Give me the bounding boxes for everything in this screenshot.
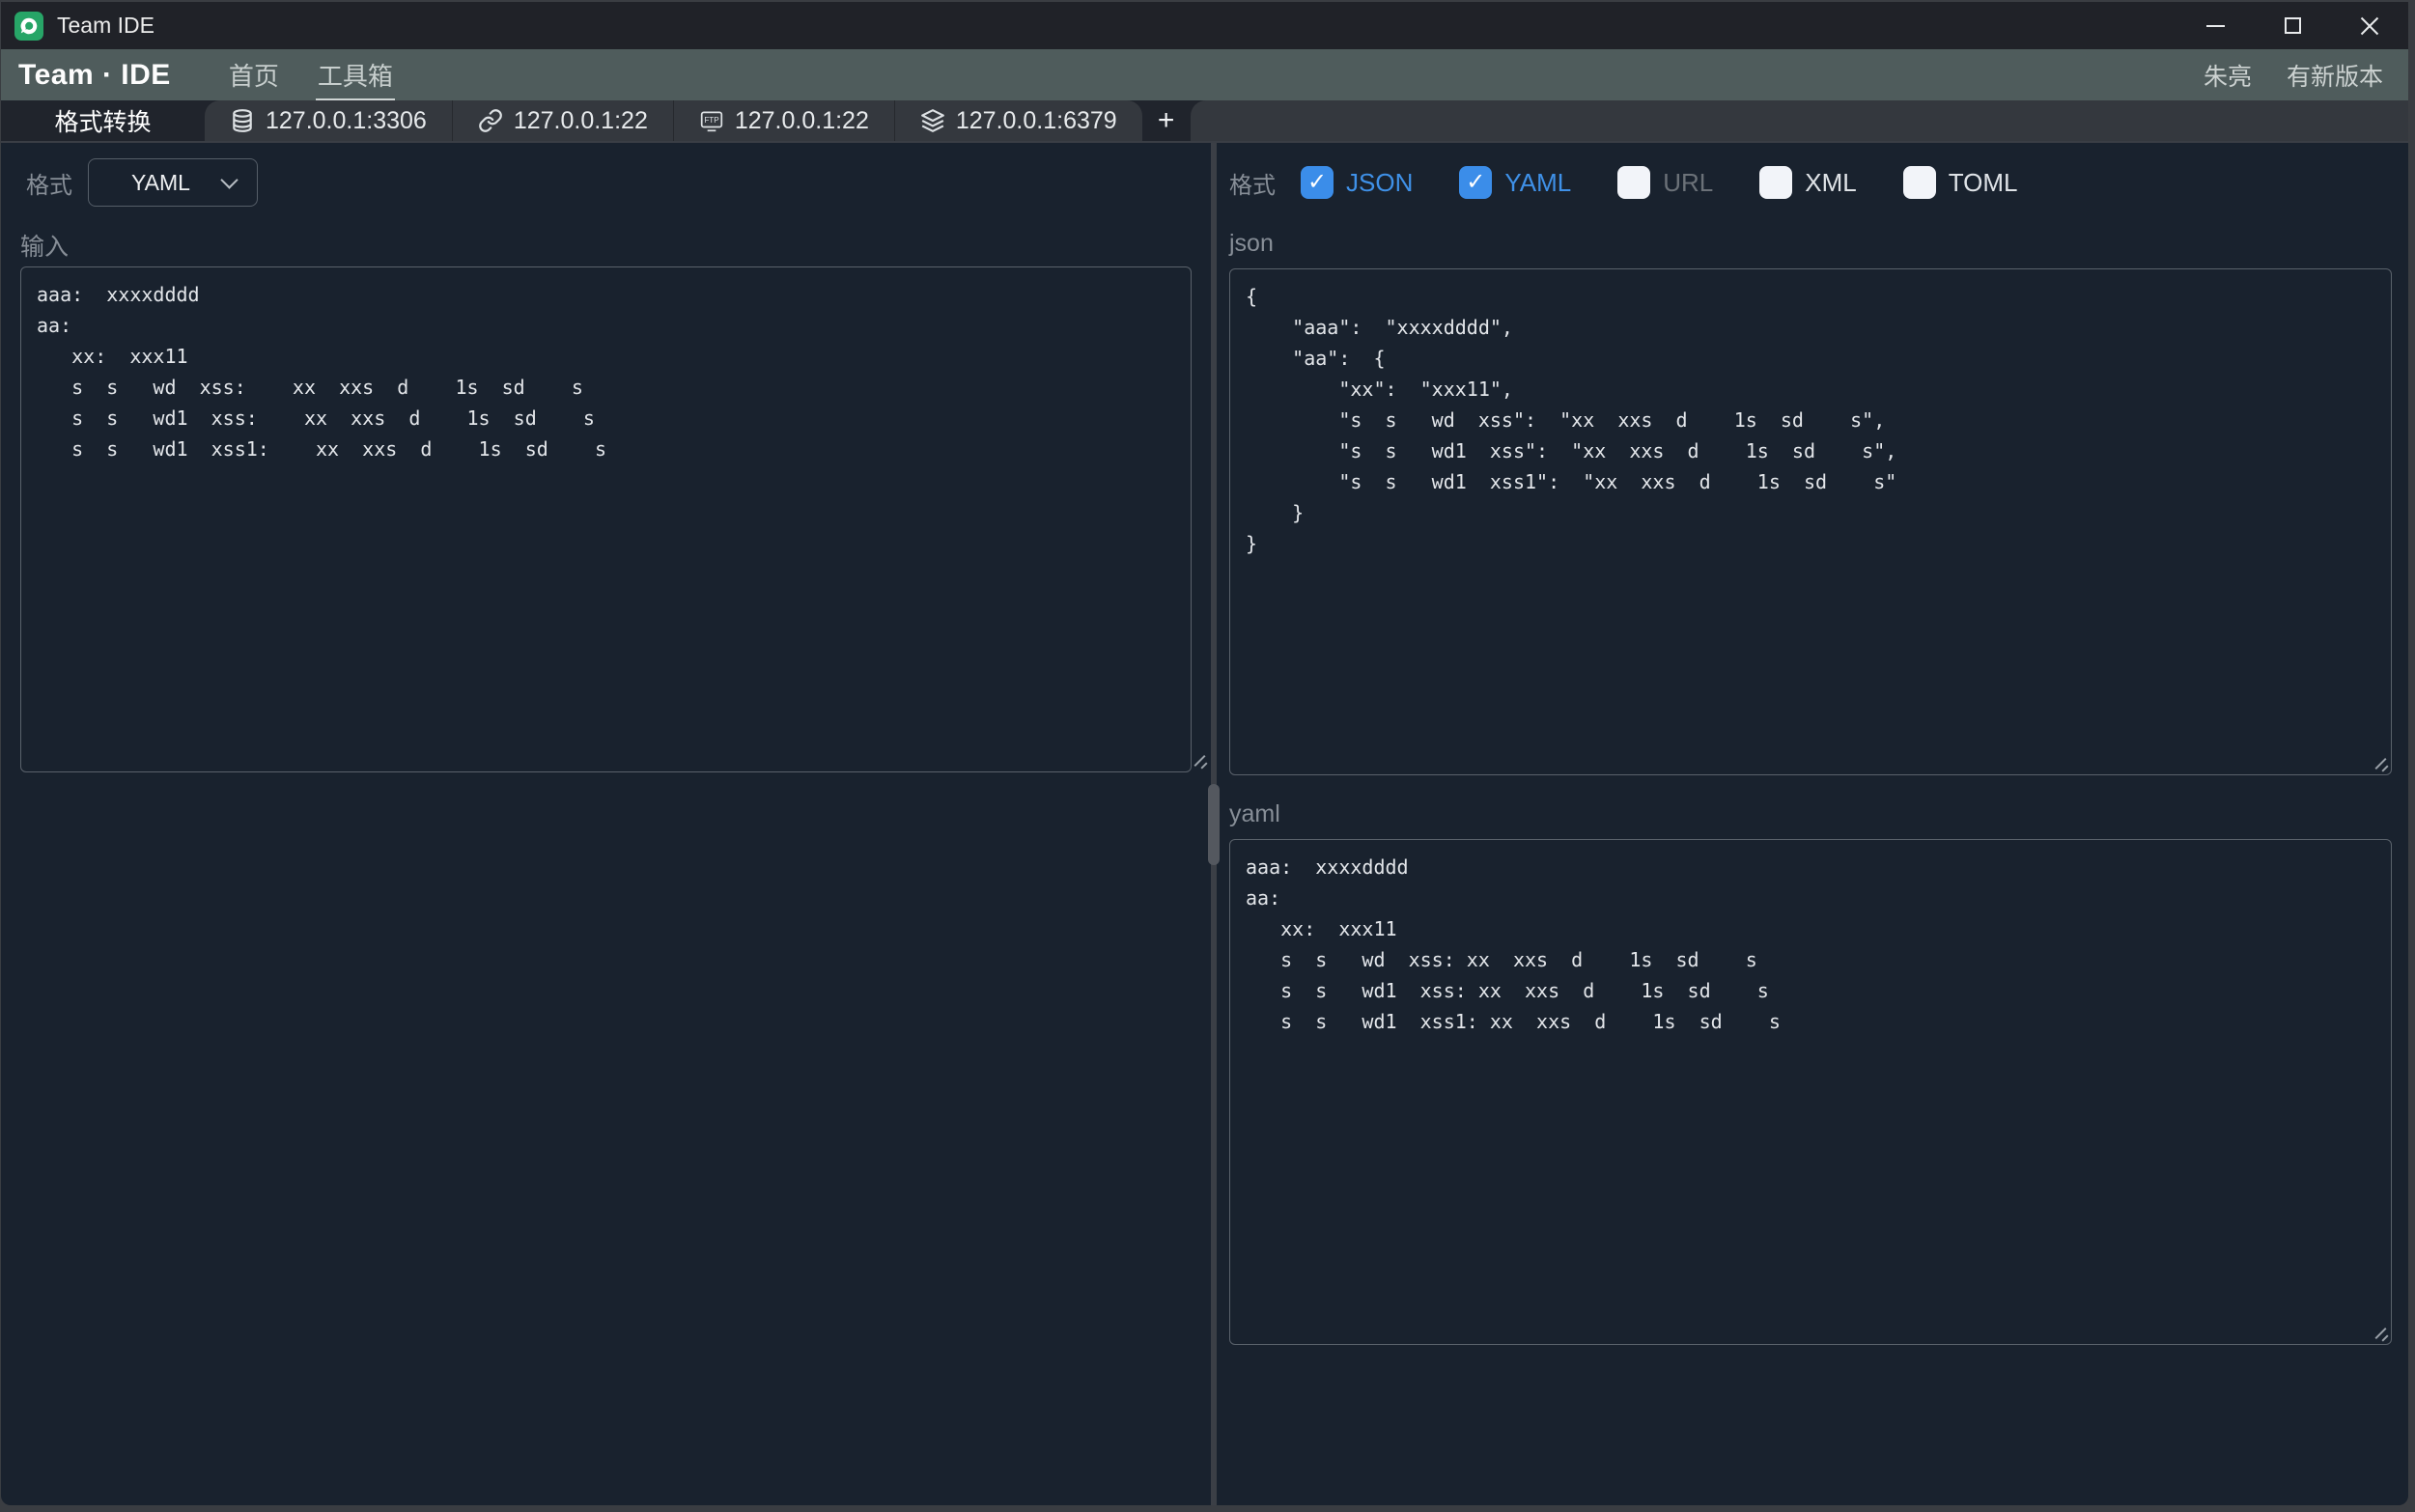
maximize-icon	[2285, 17, 2301, 34]
nav-item-home[interactable]: 首页	[229, 57, 279, 93]
app-title: Team IDE	[57, 13, 154, 39]
tab-bar-filler	[1191, 100, 2408, 141]
option-yaml[interactable]: ✓ YAML	[1459, 166, 1571, 199]
tab-redis-connection[interactable]: 127.0.0.1:6379	[894, 100, 1142, 141]
tab-ssh-connection[interactable]: 127.0.0.1:22	[452, 100, 673, 141]
json-output-textarea[interactable]: { "aaa": "xxxxdddd", "aa": { "xx": "xxx1…	[1229, 268, 2392, 775]
format-options: ✓ JSON ✓ YAML ✓ URL ✓ XML	[1301, 166, 2017, 199]
input-textarea-wrap: aaa: xxxxdddd aa: xx: xxx11 s s wd xss: …	[20, 266, 1211, 772]
yaml-output-textarea[interactable]: aaa: xxxxdddd aa: xx: xxx11 s s wd xss: …	[1229, 839, 2392, 1345]
ftp-monitor-icon: FTP	[699, 108, 724, 133]
link-icon	[478, 108, 503, 133]
option-toml[interactable]: ✓ TOML	[1903, 166, 2018, 199]
nav-menu: 首页 工具箱	[229, 57, 393, 93]
navbar: Team · IDE 首页 工具箱 朱亮 有新版本	[1, 49, 2408, 100]
resize-grip-icon[interactable]	[2372, 1325, 2389, 1342]
chat-swirl-icon	[18, 15, 40, 37]
output-format-label: 格式	[1229, 166, 1276, 200]
yaml-output-label: yaml	[1229, 800, 2392, 827]
toml-checkbox[interactable]: ✓	[1903, 166, 1936, 199]
yaml-textarea-wrap: aaa: xxxxdddd aa: xx: xxx11 s s wd xss: …	[1229, 839, 2392, 1345]
app-window: Team IDE Team · IDE 首页 工具箱 朱亮 有新版本 格式转换	[1, 2, 2408, 1505]
add-tab-button[interactable]: +	[1142, 100, 1191, 141]
minimize-button[interactable]	[2176, 2, 2254, 49]
json-textarea-wrap: { "aaa": "xxxxdddd", "aa": { "xx": "xxx1…	[1229, 268, 2392, 775]
option-xml[interactable]: ✓ XML	[1759, 166, 1856, 199]
svg-text:FTP: FTP	[704, 116, 718, 125]
resize-grip-icon[interactable]	[1191, 752, 1208, 770]
tab-label: 127.0.0.1:6379	[956, 107, 1117, 135]
json-checkbox[interactable]: ✓	[1301, 166, 1334, 199]
yaml-option-label: YAML	[1504, 168, 1571, 198]
app-logo-icon	[14, 12, 43, 41]
brand[interactable]: Team · IDE	[18, 59, 171, 92]
input-label: 输入	[20, 228, 1211, 255]
user-name[interactable]: 朱亮	[2204, 58, 2252, 93]
xml-checkbox[interactable]: ✓	[1759, 166, 1792, 199]
check-icon: ✓	[1466, 171, 1485, 194]
input-textarea[interactable]: aaa: xxxxdddd aa: xx: xxx11 s s wd xss: …	[20, 266, 1192, 772]
json-option-label: JSON	[1346, 168, 1413, 198]
output-format-row: 格式 ✓ JSON ✓ YAML ✓ URL ✓	[1229, 158, 2392, 207]
nav-right: 朱亮 有新版本	[2204, 58, 2383, 93]
option-url[interactable]: ✓ URL	[1617, 166, 1713, 199]
toml-option-label: TOML	[1949, 168, 2018, 198]
format-select[interactable]: YAML	[88, 158, 258, 207]
tab-ftp-connection[interactable]: FTP 127.0.0.1:22	[673, 100, 894, 141]
close-button[interactable]	[2331, 2, 2408, 49]
tab-format-convert[interactable]: 格式转换	[1, 100, 205, 141]
url-checkbox[interactable]: ✓	[1617, 166, 1650, 199]
url-option-label: URL	[1663, 168, 1713, 198]
nav-item-toolbox[interactable]: 工具箱	[318, 57, 393, 93]
update-notice[interactable]: 有新版本	[2287, 58, 2383, 93]
xml-option-label: XML	[1805, 168, 1856, 198]
tab-mysql-connection[interactable]: 127.0.0.1:3306	[205, 100, 452, 141]
check-icon: ✓	[1307, 171, 1327, 194]
tab-label: 127.0.0.1:22	[735, 107, 869, 135]
minimize-icon	[2206, 25, 2225, 27]
close-icon	[2359, 15, 2380, 37]
database-icon	[230, 108, 255, 133]
titlebar: Team IDE	[1, 2, 2408, 49]
option-json[interactable]: ✓ JSON	[1301, 166, 1413, 199]
tab-bar: 格式转换 127.0.0.1:3306 127.0.0.1:22	[1, 100, 2408, 143]
main-content: 格式 YAML 输入 aaa: xxxxdddd aa: xx: xxx11 s…	[1, 143, 2408, 1505]
tab-label: 格式转换	[54, 103, 151, 138]
maximize-button[interactable]	[2254, 2, 2331, 49]
chevron-down-icon	[220, 171, 238, 188]
json-output-label: json	[1229, 230, 2392, 257]
format-select-row: 格式 YAML	[20, 158, 1211, 207]
panel-divider	[1211, 143, 1217, 1505]
tab-group: 127.0.0.1:3306 127.0.0.1:22 FTP 127.0.0.…	[205, 100, 1142, 141]
layers-icon	[920, 108, 945, 133]
output-panel: 格式 ✓ JSON ✓ YAML ✓ URL ✓	[1217, 143, 2408, 1505]
format-select-value: YAML	[89, 170, 223, 196]
tab-label: 127.0.0.1:22	[514, 107, 648, 135]
resize-grip-icon[interactable]	[2372, 755, 2389, 772]
input-panel: 格式 YAML 输入 aaa: xxxxdddd aa: xx: xxx11 s…	[1, 143, 1211, 1505]
format-label: 格式	[26, 166, 72, 200]
yaml-checkbox[interactable]: ✓	[1459, 166, 1492, 199]
divider-drag-handle[interactable]	[1208, 784, 1220, 865]
tab-label: 127.0.0.1:3306	[266, 107, 427, 135]
